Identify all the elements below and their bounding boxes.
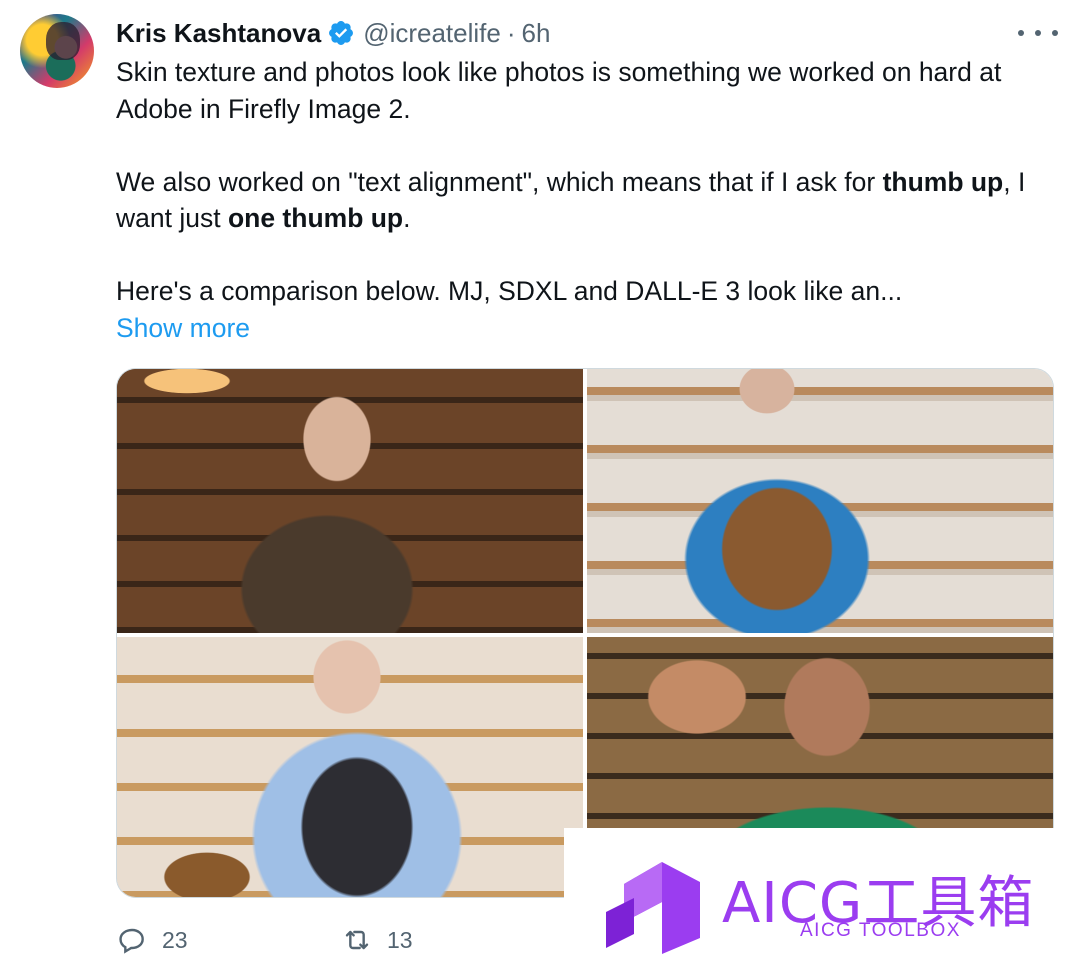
header-separator: ·	[506, 17, 516, 48]
tweet-timestamp[interactable]: 6h	[522, 18, 551, 49]
tweet-text-span: Here's a comparison below. MJ, SDXL and …	[116, 276, 903, 306]
media-image-3[interactable]	[117, 637, 583, 897]
retweet-count: 13	[387, 926, 413, 953]
tweet-media-grid	[116, 368, 1054, 898]
watermark-subtitle: AICG TOOLBOX	[800, 920, 961, 941]
tweet-bold-thumb-up: thumb up	[882, 166, 1004, 197]
media-image-1[interactable]	[117, 369, 583, 633]
tweet-text: Skin texture and photos look like photos…	[116, 54, 1056, 346]
author-handle[interactable]: @icreatelife	[363, 18, 501, 49]
author-name[interactable]: Kris Kashtanova	[116, 18, 321, 49]
tweet-text-span: We also worked on "text alignment", whic…	[116, 166, 883, 197]
reply-button[interactable]: 23	[116, 924, 188, 956]
author-avatar[interactable]	[20, 14, 94, 88]
tweet-bold-one-thumb-up: one thumb up	[227, 203, 404, 233]
reply-icon	[119, 928, 144, 954]
tweet-paragraph-1: Skin texture and photos look like photos…	[116, 57, 1002, 124]
aicg-toolbox-logo-icon	[606, 862, 700, 954]
verified-badge-icon	[329, 21, 354, 45]
tweet-paragraph-2: We also worked on "text alignment", whic…	[116, 164, 1056, 237]
tweet-text-span: .	[403, 203, 411, 233]
show-more-link[interactable]: Show more	[116, 313, 250, 343]
tweet-paragraph-3: Here's a comparison below. MJ, SDXL and …	[116, 273, 1056, 346]
media-image-2[interactable]	[587, 369, 1053, 633]
retweet-icon	[345, 930, 369, 950]
retweet-button[interactable]: 13	[341, 924, 413, 956]
reply-count: 23	[162, 926, 188, 953]
tweet-header: Kris Kashtanova @icreatelife · 6h	[116, 16, 550, 50]
tweet-actions: 23 13	[116, 922, 413, 958]
more-options-icon[interactable]	[1018, 18, 1058, 48]
watermark: AICG工具箱 AICG TOOLBOX	[564, 828, 1080, 965]
